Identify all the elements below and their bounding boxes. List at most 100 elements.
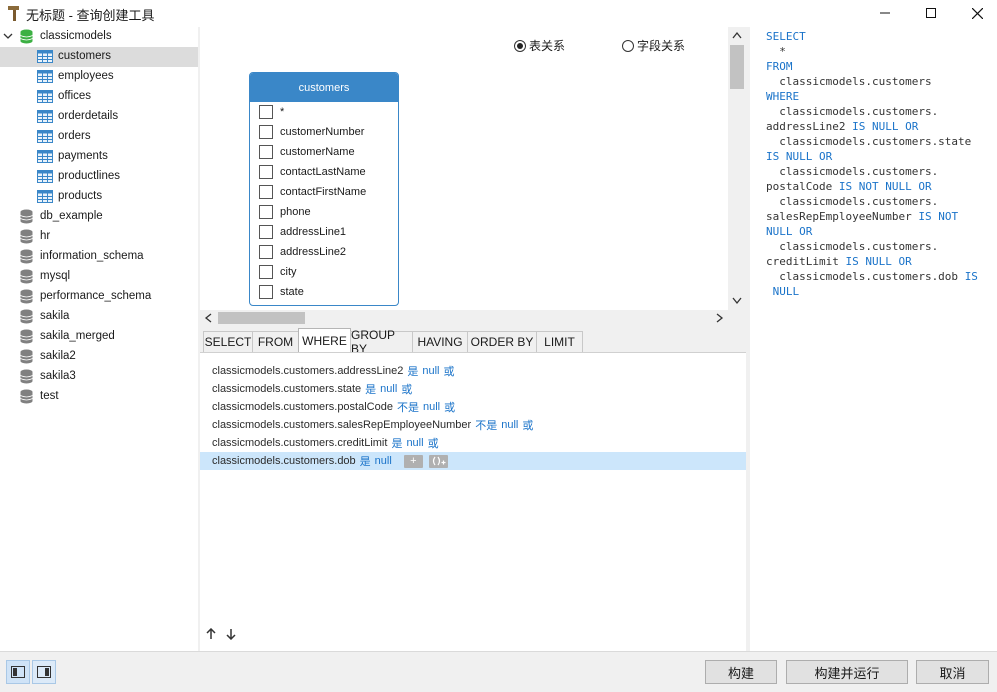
condition-join[interactable]: 或 bbox=[522, 417, 533, 433]
tree-item-database[interactable]: information_schema bbox=[0, 247, 198, 267]
diagram-vertical-scrollbar[interactable] bbox=[728, 27, 746, 310]
condition-value[interactable]: null bbox=[501, 419, 518, 431]
table-field-row[interactable]: state bbox=[250, 282, 398, 302]
tree-item-table[interactable]: productlines bbox=[0, 167, 198, 187]
cancel-button[interactable]: 取消 bbox=[916, 660, 989, 684]
table-field-row[interactable]: city bbox=[250, 262, 398, 282]
tab-having[interactable]: HAVING bbox=[412, 331, 468, 352]
condition-field[interactable]: classicmodels.customers.addressLine2 bbox=[212, 365, 403, 377]
scroll-left-icon[interactable] bbox=[204, 313, 212, 326]
table-field-row[interactable]: customerName bbox=[250, 142, 398, 162]
table-card-customers[interactable]: customers * customerNumber customerName con… bbox=[249, 72, 399, 306]
field-checkbox[interactable] bbox=[259, 145, 273, 159]
condition-value[interactable]: null bbox=[380, 383, 397, 395]
layout-left-panel-button[interactable] bbox=[6, 660, 30, 684]
radio-table-relation[interactable]: 表关系 bbox=[514, 37, 565, 54]
condition-row[interactable]: classicmodels.customers.salesRepEmployee… bbox=[200, 416, 746, 434]
sql-preview[interactable]: SELECT * FROM classicmodels.customers WHER… bbox=[750, 27, 997, 651]
tree-item-database[interactable]: sakila_merged bbox=[0, 327, 198, 347]
tab-from[interactable]: FROM bbox=[252, 331, 299, 352]
maximize-button[interactable] bbox=[908, 0, 954, 26]
tree-item-database[interactable]: sakila2 bbox=[0, 347, 198, 367]
where-conditions-panel[interactable]: classicmodels.customers.addressLine2 是 n… bbox=[200, 352, 746, 651]
radio-field-relation[interactable]: 字段关系 bbox=[622, 37, 685, 54]
condition-value[interactable]: null bbox=[422, 365, 439, 377]
build-button[interactable]: 构建 bbox=[705, 660, 777, 684]
condition-field[interactable]: classicmodels.customers.dob bbox=[212, 455, 356, 467]
condition-value[interactable]: null bbox=[423, 401, 440, 413]
field-checkbox[interactable] bbox=[259, 265, 273, 279]
condition-field[interactable]: classicmodels.customers.creditLimit bbox=[212, 437, 387, 449]
layout-right-panel-button[interactable] bbox=[32, 660, 56, 684]
diagram-horizontal-scrollbar[interactable] bbox=[200, 310, 728, 326]
tab-order-by[interactable]: ORDER BY bbox=[467, 331, 537, 352]
tab-where[interactable]: WHERE bbox=[298, 328, 351, 353]
tree-item-database[interactable]: hr bbox=[0, 227, 198, 247]
tree-item-table[interactable]: orders bbox=[0, 127, 198, 147]
condition-value[interactable]: null bbox=[375, 455, 392, 467]
tab-select[interactable]: SELECT bbox=[203, 331, 253, 352]
condition-operator[interactable]: 不是 bbox=[475, 417, 497, 433]
tree-item-database[interactable]: db_example bbox=[0, 207, 198, 227]
condition-operator[interactable]: 是 bbox=[407, 363, 418, 379]
table-field-row[interactable]: contactLastName bbox=[250, 162, 398, 182]
move-up-icon[interactable] bbox=[206, 627, 216, 643]
condition-field[interactable]: classicmodels.customers.postalCode bbox=[212, 401, 393, 413]
tree-item-classicmodels[interactable]: classicmodels bbox=[0, 27, 198, 47]
condition-row[interactable]: classicmodels.customers.creditLimit 是 nu… bbox=[200, 434, 746, 452]
condition-row[interactable]: classicmodels.customers.postalCode 不是 nu… bbox=[200, 398, 746, 416]
tree-item-table[interactable]: offices bbox=[0, 87, 198, 107]
tree-item-table[interactable]: products bbox=[0, 187, 198, 207]
field-checkbox[interactable] bbox=[259, 165, 273, 179]
scroll-right-icon[interactable] bbox=[716, 313, 724, 326]
condition-row[interactable]: classicmodels.customers.dob 是 null + bbox=[200, 452, 746, 470]
condition-join[interactable]: 或 bbox=[444, 363, 455, 379]
field-checkbox[interactable] bbox=[259, 245, 273, 259]
table-field-row[interactable]: addressLine2 bbox=[250, 242, 398, 262]
scroll-thumb[interactable] bbox=[730, 45, 744, 89]
table-field-row[interactable]: contactFirstName bbox=[250, 182, 398, 202]
tab-group-by[interactable]: GROUP BY bbox=[350, 328, 413, 356]
condition-join[interactable]: 或 bbox=[444, 399, 455, 415]
tree-item-database[interactable]: sakila3 bbox=[0, 367, 198, 387]
condition-join[interactable]: 或 bbox=[428, 435, 439, 451]
field-checkbox[interactable] bbox=[259, 285, 273, 299]
condition-row[interactable]: classicmodels.customers.addressLine2 是 n… bbox=[200, 362, 746, 380]
add-group-button[interactable] bbox=[428, 454, 448, 468]
build-and-run-button[interactable]: 构建并运行 bbox=[786, 660, 908, 684]
condition-field[interactable]: classicmodels.customers.salesRepEmployee… bbox=[212, 419, 471, 431]
field-checkbox[interactable] bbox=[259, 205, 273, 219]
table-field-row[interactable]: * bbox=[250, 102, 398, 122]
minimize-button[interactable] bbox=[862, 0, 908, 26]
move-down-icon[interactable] bbox=[226, 628, 236, 643]
tree-item-table[interactable]: orderdetails bbox=[0, 107, 198, 127]
tree-item-database[interactable]: test bbox=[0, 387, 198, 407]
condition-operator[interactable]: 是 bbox=[365, 381, 376, 397]
field-checkbox[interactable] bbox=[259, 125, 273, 139]
tree-item-database[interactable]: performance_schema bbox=[0, 287, 198, 307]
tree-item-database[interactable]: mysql bbox=[0, 267, 198, 287]
tree-item-table[interactable]: employees bbox=[0, 67, 198, 87]
scroll-down-icon[interactable] bbox=[732, 297, 742, 308]
tree-item-table[interactable]: customers bbox=[0, 47, 198, 67]
diagram-canvas[interactable]: 表关系 字段关系 customers * customerNumber custom… bbox=[200, 27, 728, 310]
tree-item-database[interactable]: sakila bbox=[0, 307, 198, 327]
table-field-row[interactable]: phone bbox=[250, 202, 398, 222]
condition-value[interactable]: null bbox=[406, 437, 423, 449]
scroll-up-icon[interactable] bbox=[732, 31, 742, 42]
condition-field[interactable]: classicmodels.customers.state bbox=[212, 383, 361, 395]
close-button[interactable] bbox=[954, 0, 997, 26]
condition-row[interactable]: classicmodels.customers.state 是 null 或 bbox=[200, 380, 746, 398]
condition-operator[interactable]: 是 bbox=[391, 435, 402, 451]
condition-operator[interactable]: 不是 bbox=[397, 399, 419, 415]
scroll-thumb[interactable] bbox=[218, 312, 305, 324]
chevron-down-icon[interactable] bbox=[3, 31, 13, 41]
tab-limit[interactable]: LIMIT bbox=[536, 331, 583, 352]
table-card-title[interactable]: customers bbox=[250, 73, 398, 102]
condition-operator[interactable]: 是 bbox=[360, 453, 371, 469]
table-field-row[interactable]: addressLine1 bbox=[250, 222, 398, 242]
add-condition-button[interactable]: + bbox=[403, 454, 423, 468]
table-field-row[interactable]: customerNumber bbox=[250, 122, 398, 142]
condition-join[interactable]: 或 bbox=[401, 381, 412, 397]
field-checkbox[interactable] bbox=[259, 185, 273, 199]
